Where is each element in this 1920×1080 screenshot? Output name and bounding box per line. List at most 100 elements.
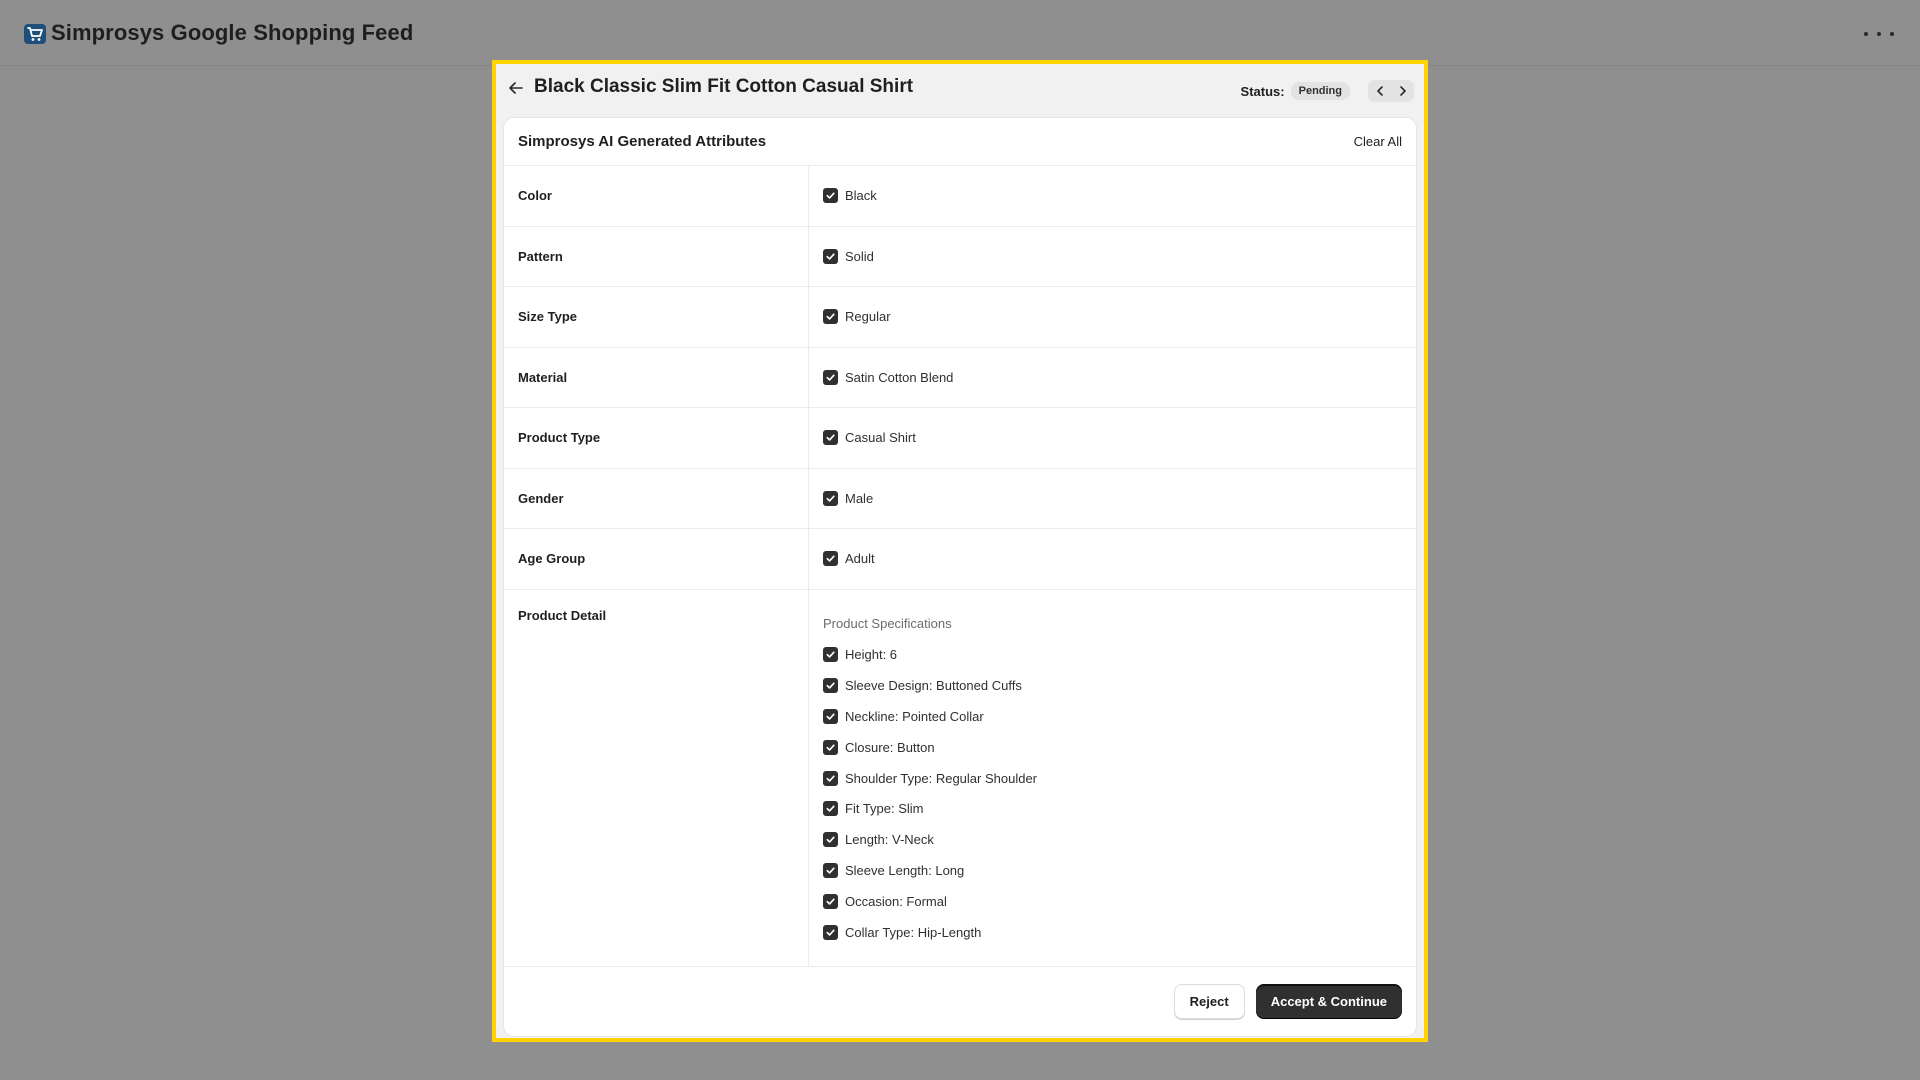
attribute-value-text: Male: [845, 490, 874, 506]
attribute-row: Material Satin Cotton Blend: [504, 347, 1416, 408]
checkmark-icon: [826, 867, 835, 874]
checkmark-icon: [826, 836, 835, 843]
attribute-row: Pattern Solid: [504, 226, 1416, 287]
attribute-value: Adult: [809, 529, 1416, 589]
chevron-right-icon: [1399, 86, 1406, 96]
spec-checkbox[interactable]: Sleeve Design: Buttoned Cuffs: [823, 670, 1402, 701]
modal-header: Black Classic Slim Fit Cotton Casual Shi…: [496, 64, 1424, 118]
attribute-label: Age Group: [504, 529, 809, 589]
spec-text: Height: 6: [845, 647, 898, 663]
attribute-value-text: Casual Shirt: [845, 430, 916, 446]
attribute-value-text: Black: [845, 188, 877, 204]
checkbox-checked[interactable]: [823, 832, 838, 848]
checkbox-checked[interactable]: [823, 739, 838, 755]
spec-heading: Product Specifications: [823, 615, 952, 631]
attribute-label: Size Type: [504, 287, 809, 347]
checkbox-checked[interactable]: [823, 430, 838, 446]
spec-checkbox[interactable]: Neckline: Pointed Collar: [823, 701, 1402, 732]
checkmark-icon: [826, 898, 835, 905]
attribute-value: Satin Cotton Blend: [809, 348, 1416, 408]
attribute-checkbox[interactable]: Solid: [823, 248, 874, 264]
reject-button[interactable]: Reject: [1173, 984, 1245, 1019]
attribute-checkbox[interactable]: Adult: [823, 551, 875, 567]
checkmark-icon: [826, 713, 835, 720]
product-detail-value: Product Specifications Height: 6 Sleeve D…: [809, 590, 1416, 966]
attribute-label: Product Type: [504, 408, 809, 468]
checkmark-icon: [826, 495, 835, 502]
spec-text: Sleeve Design: Buttoned Cuffs: [845, 678, 1022, 694]
status-area: Status: Pending: [1241, 80, 1414, 102]
attribute-checkbox[interactable]: Male: [823, 490, 874, 506]
attribute-row: Color Black: [504, 166, 1416, 227]
app-top-bar: Simprosys Google Shopping Feed: [0, 0, 1920, 66]
attribute-label: Color: [504, 166, 809, 226]
checkmark-icon: [826, 651, 835, 659]
spec-text: Sleeve Length: Long: [845, 862, 965, 878]
previous-product-button[interactable]: [1368, 80, 1391, 102]
attribute-value: Regular: [809, 287, 1416, 347]
spec-text: Occasion: Formal: [845, 893, 947, 909]
spec-text: Collar Type: Hip-Length: [845, 924, 982, 940]
attribute-label: Gender: [504, 468, 809, 528]
spec-checkbox[interactable]: Shoulder Type: Regular Shoulder: [823, 763, 1402, 794]
attribute-checkbox[interactable]: Casual Shirt: [823, 430, 916, 446]
checkbox-checked[interactable]: [823, 551, 838, 567]
attribute-checkbox[interactable]: Regular: [823, 309, 891, 325]
attribute-value-text: Solid: [845, 248, 874, 264]
next-product-button[interactable]: [1391, 80, 1414, 102]
attribute-row: Gender Male: [504, 468, 1416, 529]
attribute-value-text: Satin Cotton Blend: [845, 369, 954, 385]
checkbox-checked[interactable]: [823, 490, 838, 506]
chevron-left-icon: [1376, 86, 1383, 96]
status-label: Status:: [1240, 83, 1285, 99]
spec-text: Length: V-Neck: [845, 832, 934, 848]
attribute-label: Product Detail: [504, 589, 809, 966]
attribute-checkbox[interactable]: Black: [823, 188, 877, 204]
checkbox-checked[interactable]: [823, 369, 838, 385]
checkmark-icon: [826, 313, 835, 320]
arrow-left-icon[interactable]: [506, 78, 526, 98]
checkbox-checked[interactable]: [823, 678, 838, 694]
checkbox-checked[interactable]: [823, 893, 838, 909]
checkbox-checked[interactable]: [823, 309, 838, 325]
checkmark-icon: [826, 192, 835, 199]
checkmark-icon: [826, 374, 835, 381]
attribute-checkbox[interactable]: Satin Cotton Blend: [823, 369, 954, 385]
spec-checkbox[interactable]: Occasion: Formal: [823, 886, 1402, 917]
attributes-card: Simprosys AI Generated Attributes Clear …: [504, 118, 1416, 1036]
checkbox-checked[interactable]: [823, 188, 838, 204]
checkbox-checked[interactable]: [823, 770, 838, 786]
attribute-row: Product Type Casual Shirt: [504, 408, 1416, 469]
spec-checkbox[interactable]: Collar Type: Hip-Length: [823, 917, 1402, 948]
spec-checkbox[interactable]: Sleeve Length: Long: [823, 855, 1402, 886]
shopping-cart-icon: [24, 24, 46, 44]
more-horizontal-icon[interactable]: [1864, 24, 1894, 44]
checkbox-checked[interactable]: [823, 924, 838, 940]
spec-text: Shoulder Type: Regular Shoulder: [845, 770, 1037, 786]
checkbox-checked[interactable]: [823, 708, 838, 724]
product-title: Black Classic Slim Fit Cotton Casual Shi…: [534, 76, 914, 97]
attribute-row: Age Group Adult: [504, 529, 1416, 590]
attribute-value: Solid: [809, 227, 1416, 287]
spec-checkbox[interactable]: Height: 6: [823, 640, 1402, 671]
clear-all-button[interactable]: Clear All: [1354, 134, 1402, 149]
checkbox-checked[interactable]: [823, 647, 838, 663]
app-title: Simprosys Google Shopping Feed: [51, 20, 414, 45]
card-footer: Reject Accept & Continue: [504, 967, 1416, 1037]
attribute-value: Male: [809, 469, 1416, 529]
pagination-nav: [1368, 80, 1414, 102]
checkmark-icon: [826, 253, 835, 260]
attribute-value-text: Adult: [845, 551, 875, 567]
checkmark-icon: [826, 805, 835, 813]
checkmark-icon: [826, 775, 835, 782]
attribute-label: Pattern: [504, 226, 809, 286]
checkbox-checked[interactable]: [823, 801, 838, 817]
attribute-row: Size Type Regular: [504, 287, 1416, 348]
spec-checkbox[interactable]: Closure: Button: [823, 732, 1402, 763]
spec-text: Neckline: Pointed Collar: [845, 708, 984, 724]
accept-continue-button[interactable]: Accept & Continue: [1255, 984, 1402, 1019]
spec-checkbox[interactable]: Length: V-Neck: [823, 824, 1402, 855]
spec-checkbox[interactable]: Fit Type: Slim: [823, 793, 1402, 824]
checkbox-checked[interactable]: [823, 862, 838, 878]
checkbox-checked[interactable]: [823, 248, 838, 264]
